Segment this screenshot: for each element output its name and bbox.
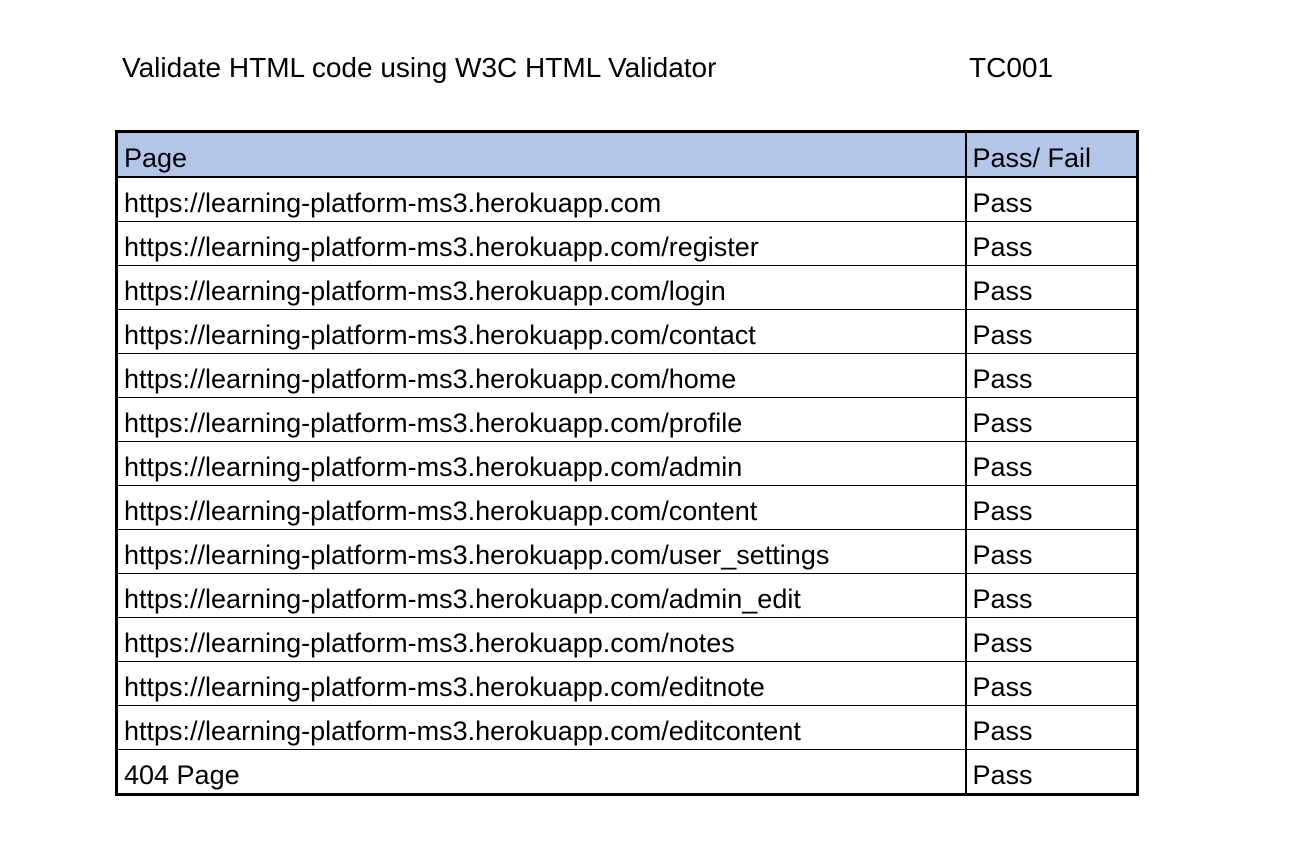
status-cell: Pass [964, 617, 1138, 662]
page-cell: https://learning-platform-ms3.herokuapp.… [116, 573, 966, 618]
status-cell: Pass [964, 661, 1138, 706]
table-row: https://learning-platform-ms3.herokuapp.… [116, 529, 1138, 574]
page-cell: https://learning-platform-ms3.herokuapp.… [116, 309, 966, 354]
status-cell: Pass [964, 309, 1138, 354]
page-cell: https://learning-platform-ms3.herokuapp.… [116, 617, 966, 662]
page-cell: 404 Page [116, 749, 966, 795]
status-cell: Pass [964, 441, 1138, 486]
table-row: https://learning-platform-ms3.herokuapp.… [116, 309, 1138, 354]
table-row: 404 Page Pass [116, 749, 1138, 795]
table-row: https://learning-platform-ms3.herokuapp.… [116, 661, 1138, 706]
table-row: https://learning-platform-ms3.herokuapp.… [116, 485, 1138, 530]
status-cell: Pass [964, 176, 1138, 222]
status-cell: Pass [964, 353, 1138, 398]
table-row: https://learning-platform-ms3.herokuapp.… [116, 176, 1138, 222]
status-cell: Pass [964, 265, 1138, 310]
table-row: https://learning-platform-ms3.herokuapp.… [116, 705, 1138, 750]
table-row: https://learning-platform-ms3.herokuapp.… [116, 353, 1138, 398]
document-title: Validate HTML code using W3C HTML Valida… [122, 52, 717, 83]
status-cell: Pass [964, 221, 1138, 266]
status-cell: Pass [964, 485, 1138, 530]
status-cell: Pass [964, 529, 1138, 574]
page-cell: https://learning-platform-ms3.herokuapp.… [116, 441, 966, 486]
test-case-id: TC001 [969, 52, 1054, 83]
table-row: https://learning-platform-ms3.herokuapp.… [116, 441, 1138, 486]
page-cell: https://learning-platform-ms3.herokuapp.… [116, 397, 966, 442]
validation-results-table: Page Pass/ Fail https://learning-platfor… [115, 130, 1139, 796]
page-cell: https://learning-platform-ms3.herokuapp.… [116, 485, 966, 530]
status-cell: Pass [964, 749, 1138, 795]
table-row: https://learning-platform-ms3.herokuapp.… [116, 617, 1138, 662]
table-row: https://learning-platform-ms3.herokuapp.… [116, 573, 1138, 618]
status-cell: Pass [964, 397, 1138, 442]
page-cell: https://learning-platform-ms3.herokuapp.… [116, 353, 966, 398]
status-cell: Pass [964, 573, 1138, 618]
page-cell: https://learning-platform-ms3.herokuapp.… [116, 265, 966, 310]
table-row: https://learning-platform-ms3.herokuapp.… [116, 221, 1138, 266]
page-cell: https://learning-platform-ms3.herokuapp.… [116, 221, 966, 266]
page-cell: https://learning-platform-ms3.herokuapp.… [116, 661, 966, 706]
table-row: https://learning-platform-ms3.herokuapp.… [116, 397, 1138, 442]
column-header-pass-fail: Pass/ Fail [964, 131, 1138, 178]
page-cell: https://learning-platform-ms3.herokuapp.… [116, 529, 966, 574]
page-cell: https://learning-platform-ms3.herokuapp.… [116, 705, 966, 750]
table-row: https://learning-platform-ms3.herokuapp.… [116, 265, 1138, 310]
page-cell: https://learning-platform-ms3.herokuapp.… [116, 176, 966, 222]
column-header-page: Page [116, 131, 966, 178]
status-cell: Pass [964, 705, 1138, 750]
table-header-row: Page Pass/ Fail [116, 131, 1138, 178]
